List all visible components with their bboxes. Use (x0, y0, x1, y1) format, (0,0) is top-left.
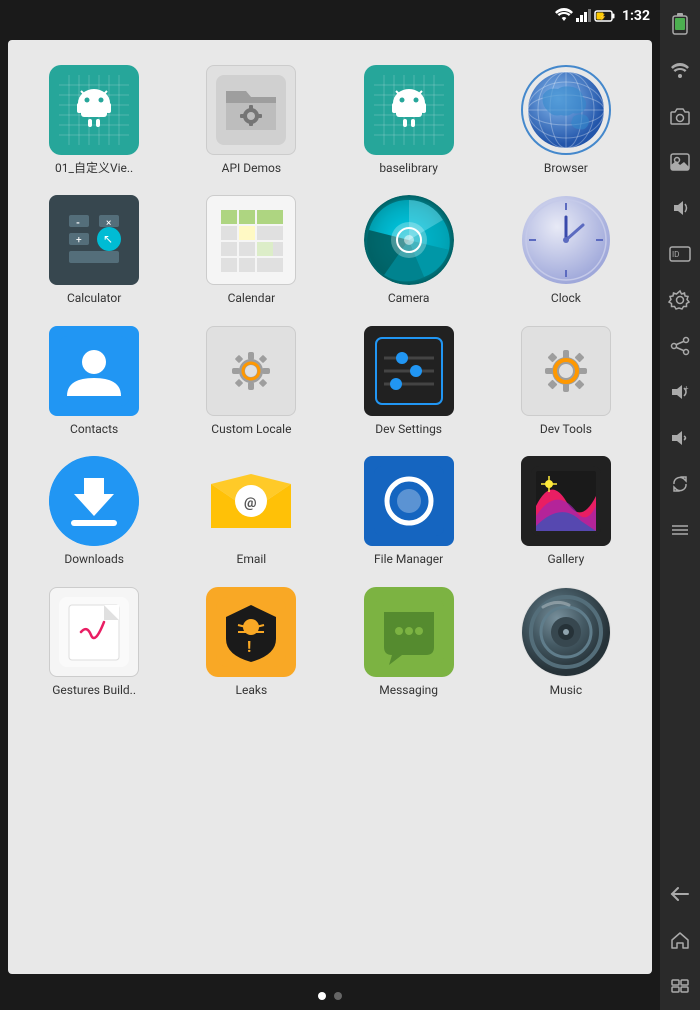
app-item-messaging[interactable]: Messaging (333, 582, 485, 702)
app-label-email: Email (237, 552, 267, 566)
svg-text:ID: ID (672, 250, 679, 259)
app-label-devsettings: Dev Settings (375, 422, 442, 436)
svg-text:!: ! (247, 637, 251, 656)
app-label-locale: Custom Locale (211, 422, 291, 436)
app-item-downloads[interactable]: Downloads (18, 451, 170, 571)
app-icon-messaging (364, 587, 454, 677)
app-icon-devtools (521, 326, 611, 416)
app-item-devsettings[interactable]: Dev Settings (333, 321, 485, 441)
status-icons: ⚡ 1:32 (555, 7, 650, 26)
app-label-browser: Browser (544, 161, 588, 175)
app-label-messaging: Messaging (379, 683, 438, 697)
app-icon-gallery (521, 456, 611, 546)
app-icon-clock (521, 195, 611, 285)
app-item-devtools[interactable]: Dev Tools (490, 321, 642, 441)
app-icon-api (206, 65, 296, 155)
app-item-calculator[interactable]: - × + ↖ Calculator (18, 190, 170, 310)
app-item-base[interactable]: baselibrary (333, 60, 485, 180)
svg-text:-: - (76, 218, 80, 229)
app-label-leaks: Leaks (236, 683, 268, 697)
app-item-contacts[interactable]: Contacts (18, 321, 170, 441)
app-label-base: baselibrary (379, 161, 438, 175)
sidebar-menu-icon[interactable] (666, 972, 694, 1000)
app-icon-base (364, 65, 454, 155)
app-label-camera: Camera (388, 291, 430, 305)
sidebar-rotate-icon[interactable] (666, 470, 694, 498)
sidebar-wifi-icon[interactable] (666, 56, 694, 84)
app-item-clock[interactable]: Clock (490, 190, 642, 310)
app-item-email[interactable]: @ Email (175, 451, 327, 571)
app-label-music: Music (550, 683, 582, 697)
app-icon-music (521, 587, 611, 677)
page-dot-1[interactable] (318, 992, 326, 1000)
main-screen: ⚡ 1:32 (0, 0, 660, 1010)
svg-text:+: + (684, 384, 689, 393)
app-label-devtools: Dev Tools (540, 422, 592, 436)
app-label-gestures: Gestures Build.. (52, 683, 136, 697)
app-item-gestures[interactable]: Gestures Build.. (18, 582, 170, 702)
app-item-music[interactable]: Music (490, 582, 642, 702)
app-icon-leaks: ! (206, 587, 296, 677)
app-label-calendar: Calendar (228, 291, 276, 305)
status-time: 1:32 (622, 8, 650, 24)
app-icon-camera (364, 195, 454, 285)
app-icon-gestures (49, 587, 139, 677)
app-icon-calendar (206, 195, 296, 285)
app-grid-container: 01_自定义Vie.. (8, 40, 652, 974)
sidebar-settings-icon[interactable] (666, 286, 694, 314)
sidebar-battery-icon[interactable] (666, 10, 694, 38)
app-label-contacts: Contacts (70, 422, 118, 436)
page-indicators (0, 982, 660, 1010)
app-label-filemanager: File Manager (374, 552, 443, 566)
app-label-clock: Clock (551, 291, 581, 305)
svg-text:@: @ (244, 495, 257, 511)
status-bar: ⚡ 1:32 (0, 0, 660, 32)
app-label-gallery: Gallery (548, 552, 585, 566)
svg-text:↖: ↖ (103, 232, 113, 246)
right-sidebar: ID + - (660, 0, 700, 1010)
battery-icon: ⚡ (595, 7, 615, 26)
wifi-icon (555, 7, 573, 26)
app-label-api: API Demos (222, 161, 281, 175)
app-item-gallery[interactable]: Gallery (490, 451, 642, 571)
page-dot-2[interactable] (334, 992, 342, 1000)
sidebar-list-icon[interactable] (666, 516, 694, 544)
signal-icon (576, 7, 592, 26)
sidebar-volume-down-icon[interactable]: - (666, 424, 694, 452)
svg-text:+: + (76, 235, 82, 246)
app-item-camera[interactable]: Camera (333, 190, 485, 310)
svg-text:-: - (684, 434, 687, 443)
app-item-browser[interactable]: Browser (490, 60, 642, 180)
sidebar-volume-up-icon[interactable]: + (666, 378, 694, 406)
app-item-leaks[interactable]: ! Leaks (175, 582, 327, 702)
sidebar-photo-icon[interactable] (666, 148, 694, 176)
svg-text:⚡: ⚡ (599, 13, 606, 21)
sidebar-volume-icon[interactable] (666, 194, 694, 222)
app-icon-locale (206, 326, 296, 416)
app-grid: 01_自定义Vie.. (18, 60, 642, 702)
sidebar-home-icon[interactable] (666, 926, 694, 954)
app-item-api[interactable]: API Demos (175, 60, 327, 180)
app-item-filemanager[interactable]: File Manager (333, 451, 485, 571)
sidebar-back-icon[interactable] (666, 880, 694, 908)
app-label-calculator: Calculator (67, 291, 121, 305)
app-icon-filemanager (364, 456, 454, 546)
app-icon-email: @ (206, 456, 296, 546)
sidebar-id-icon[interactable]: ID (666, 240, 694, 268)
app-label-01view: 01_自定义Vie.. (55, 161, 133, 175)
app-item-locale[interactable]: Custom Locale (175, 321, 327, 441)
sidebar-share-icon[interactable] (666, 332, 694, 360)
app-icon-downloads (49, 456, 139, 546)
sidebar-camera-icon[interactable] (666, 102, 694, 130)
app-icon-calc: - × + ↖ (49, 195, 139, 285)
app-icon-devsettings (364, 326, 454, 416)
app-item-01view[interactable]: 01_自定义Vie.. (18, 60, 170, 180)
app-icon-browser (521, 65, 611, 155)
app-item-calendar[interactable]: Calendar (175, 190, 327, 310)
app-icon-contacts (49, 326, 139, 416)
app-icon-01view (49, 65, 139, 155)
app-label-downloads: Downloads (64, 552, 124, 566)
